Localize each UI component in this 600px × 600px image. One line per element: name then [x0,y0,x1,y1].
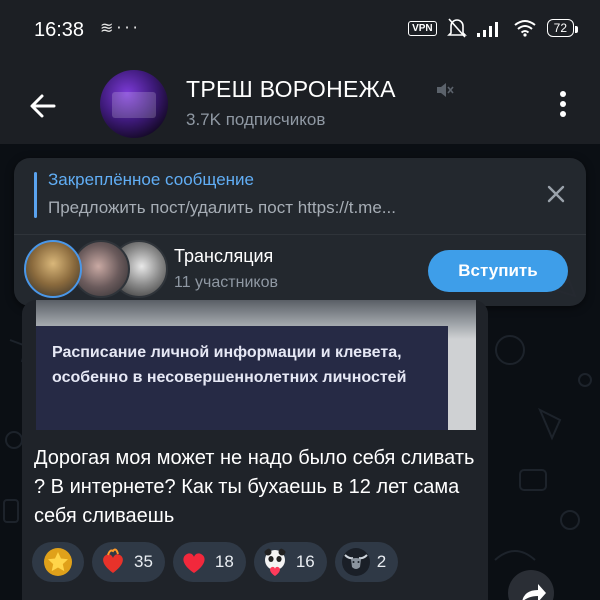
channel-avatar[interactable] [100,70,168,138]
close-icon[interactable] [544,182,568,206]
message-image[interactable]: Расписание личной информации и клевета, … [36,300,476,430]
speaking-participant-avatar [24,240,82,298]
live-stream-title[interactable]: Трансляция [174,246,273,267]
red-heart-icon [183,553,205,573]
share-button[interactable] [508,570,554,600]
reaction-count: 18 [214,552,234,571]
reaction-count: 2 [376,552,387,571]
burning-heart-icon [103,548,123,573]
share-arrow-icon [522,584,546,600]
reaction-burning-heart[interactable]: 35 [92,542,165,582]
pinned-message-title[interactable]: Закреплённое сообщение [48,170,254,190]
status-time: 16:38 [34,19,85,41]
back-arrow-icon[interactable] [24,86,64,126]
reaction-red-heart[interactable]: 18 [172,542,246,582]
signal-icon [476,22,498,37]
divider [14,234,586,235]
more-vertical-icon[interactable] [548,84,578,124]
more-dots-icon: ··· [116,18,141,37]
channel-header: ТРЕШ ВОРОНЕЖА 3.7K подписчиков [0,62,600,144]
subscriber-count: 3.7K подписчиков [186,110,326,129]
live-participant-count: 11 участников [174,274,278,291]
bull-icon [341,548,370,576]
pinned-indicator-bar [34,172,37,218]
battery-indicator: 72 [546,19,579,37]
bell-off-icon [446,18,467,38]
reaction-count: 35 [134,552,153,571]
panda-heart-icon [264,548,286,576]
channel-title[interactable]: ТРЕШ ВОРОНЕЖА [186,76,396,103]
vpn-badge: VPN [408,20,437,36]
status-right-icons: VPN 72 [408,17,579,39]
status-left-icons: ≋··· [100,18,141,37]
wifi-icon [514,20,536,37]
image-caption-box: Расписание личной информации и клевета, … [36,326,448,430]
join-button[interactable]: Вступить [428,250,568,292]
image-caption: Расписание личной информации и клевета, … [52,344,407,386]
reaction-count: 16 [295,552,315,571]
reaction-bull[interactable]: 2 [334,542,399,582]
pinned-message-text[interactable]: Предложить пост/удалить пост https://t.m… [48,198,396,218]
status-bar: 16:38 ≋··· VPN 72 [0,0,600,62]
message-text: Дорогая моя может не надо было себя слив… [34,447,475,527]
star-icon [44,548,72,576]
layers-icon: ≋ [100,18,117,37]
reactions-row: 35 18 16 2 [32,542,399,582]
message-bubble[interactable]: Расписание личной информации и клевета, … [22,300,488,600]
muted-speaker-icon [437,83,454,97]
reaction-star[interactable] [32,542,84,582]
pinned-and-live-panel: Закреплённое сообщение Предложить пост/у… [14,158,586,306]
reaction-panda-heart[interactable]: 16 [253,542,327,582]
